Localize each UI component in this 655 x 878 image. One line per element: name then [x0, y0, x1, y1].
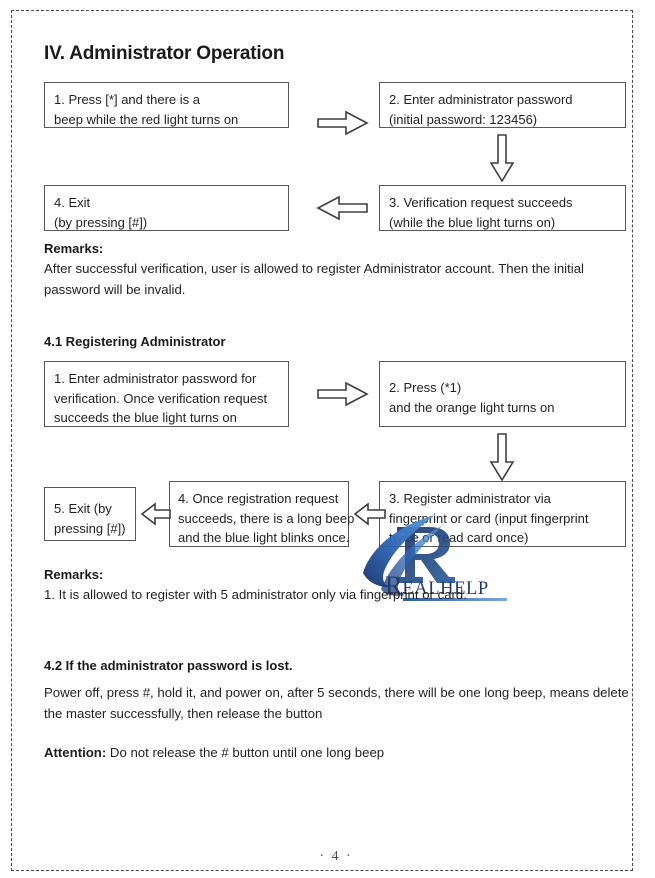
- flow-admin-box-step-2: 2. Enter administrator password (initial…: [379, 82, 626, 128]
- flow-41-box-step-4-line-2: succeeds, there is a long beep: [178, 510, 355, 526]
- remarks-1-label: Remarks:: [44, 241, 104, 256]
- flow-41-box-step-2: 2. Press (*1) and the orange light turns…: [379, 361, 626, 427]
- flow-41-box-step-5: 5. Exit (by pressing [#]): [44, 487, 136, 541]
- flow-admin-box-step-2-line-2: (initial password: 123456): [389, 111, 538, 127]
- section-42-body: Power off, press #, hold it, and power o…: [44, 685, 629, 721]
- page-number: · 4 ·: [319, 849, 353, 864]
- flow-admin-box-step-3: 3. Verification request succeeds (while …: [379, 185, 626, 231]
- remarks-1-text: After successful verification, user is a…: [44, 261, 584, 297]
- flow-admin-box-step-3-line-1: 3. Verification request succeeds: [389, 195, 573, 210]
- flow-41-arrow-4-to-5: [140, 500, 172, 528]
- flow-41-box-step-1-line-1: 1. Enter administrator password for: [54, 371, 257, 386]
- flow-41-box-step-3: 3. Register administrator via fingerprin…: [379, 481, 626, 547]
- flow-41-box-step-3-line-1: 3. Register administrator via: [389, 491, 551, 506]
- flow-41-box-step-5-line-1: 5. Exit (by: [54, 501, 112, 516]
- remarks-block-2: Remarks: 1. It is allowed to register wi…: [44, 567, 632, 605]
- flow-41-box-step-1-line-2: verification. Once verification request: [54, 390, 268, 406]
- flow-41-box-step-1-line-3: succeeds the blue light turns on: [54, 410, 237, 425]
- flow-admin-box-step-1-line-2: beep while the red light turns on: [54, 111, 239, 127]
- flow-41-arrow-2-to-3: [487, 432, 517, 482]
- section-42-heading: 4.2 If the administrator password is los…: [44, 658, 293, 673]
- flow-41-box-step-4-line-1: 4. Once registration request: [178, 491, 339, 506]
- flow-41-box-step-2-line-2: and the orange light turns on: [389, 399, 555, 415]
- flow-admin-box-step-1-line-1: 1. Press [*] and there is a: [54, 92, 200, 107]
- flow-admin-box-step-3-line-2: (while the blue light turns on): [389, 214, 556, 230]
- flow-41-box-step-5-line-2: pressing [#]): [54, 520, 126, 536]
- flow-admin-arrow-2-to-3: [487, 133, 517, 183]
- flow-41-box-step-4: 4. Once registration request succeeds, t…: [169, 481, 355, 547]
- page-content: IV. Administrator Operation 1. Press [*]…: [35, 29, 637, 864]
- flow-admin-arrow-3-to-4: [316, 193, 370, 223]
- flow-41-box-step-1: 1. Enter administrator password for veri…: [44, 361, 289, 427]
- flow-admin-box-step-4-line-2: (by pressing [#]): [54, 214, 148, 230]
- remarks-block-1: Remarks: After successful verification, …: [44, 241, 632, 300]
- flow-41-box-step-3-line-3: twice or read card once): [389, 530, 529, 545]
- remarks-2-text: 1. It is allowed to register with 5 admi…: [44, 587, 467, 602]
- flow-admin-box-step-4-line-1: 4. Exit: [54, 195, 91, 210]
- flow-41-box-step-3-line-2: fingerprint or card (input fingerprint: [389, 510, 589, 526]
- section-42-attention-label: Attention:: [44, 745, 107, 760]
- flow-admin-arrow-1-to-2: [316, 108, 370, 138]
- remarks-2-label: Remarks:: [44, 567, 104, 582]
- section-41-heading: 4.1 Registering Administrator: [44, 334, 226, 349]
- section-42-attention: Attention: Do not release the # button u…: [44, 742, 632, 763]
- flow-41-arrow-3-to-4: [353, 500, 387, 528]
- flow-41-box-step-2-line-1: 2. Press (*1): [389, 380, 462, 395]
- flow-admin-box-step-4: 4. Exit (by pressing [#]): [44, 185, 289, 231]
- flow-41-arrow-1-to-2: [316, 379, 370, 409]
- section-42-attention-text: Do not release the # button until one lo…: [106, 745, 385, 760]
- flow-admin-box-step-1: 1. Press [*] and there is a beep while t…: [44, 82, 289, 128]
- page-title: IV. Administrator Operation: [44, 43, 285, 64]
- flow-admin-box-step-2-line-1: 2. Enter administrator password: [389, 92, 573, 107]
- flow-41-box-step-4-line-3: and the blue light blinks once.: [178, 530, 350, 545]
- page-border: IV. Administrator Operation 1. Press [*]…: [11, 10, 633, 871]
